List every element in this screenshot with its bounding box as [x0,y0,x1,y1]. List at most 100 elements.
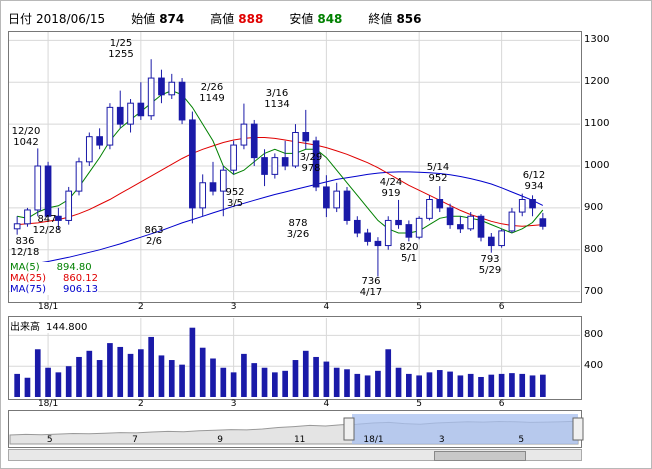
candle-body [436,199,444,209]
price-annotation: 820 5/1 [399,242,419,264]
candle-body [529,199,536,209]
price-annotation: 3/16 1134 [264,88,290,110]
price-annotation: 952 3/5 [225,187,245,209]
candle-body [147,77,155,117]
volume-bar [498,373,505,397]
navigator-right-handle [572,417,584,441]
candle-body [34,165,42,211]
candle-body [426,199,433,219]
candle-body [127,102,134,125]
candle-body [240,123,248,146]
candle-body [85,136,93,163]
navigator-month-label: 5 [47,435,53,445]
candle-body [158,77,165,96]
volume-bar [189,327,196,397]
volume-bar [261,367,268,397]
price-tick-label: 800 [584,243,604,255]
price-annotation: 836 12/18 [10,236,40,258]
volume-bar [117,346,124,397]
candle-body [457,224,464,230]
price-annotation: 1/25 1255 [108,38,134,60]
volume-bar [96,360,103,397]
navigator-selection [352,414,578,444]
volume-bar [199,347,206,397]
volume-bar [364,375,371,397]
legend-ma75-value: 906.13 [63,284,98,295]
legend-ma25-label: MA(25) [10,273,46,284]
ma75-line [17,171,544,267]
volume-bar [210,358,216,397]
candle-body [333,190,341,209]
month-label: 18/1 [37,302,59,312]
volume-month-label: 2 [137,399,144,409]
legend-ma5: MA(5) 894.80 [10,262,98,273]
candle-body [323,186,330,209]
candle-body [384,219,392,247]
candle-body [261,157,268,175]
candle-body [364,232,371,242]
price-annotation: 6/12 934 [522,170,546,192]
candle-body [199,182,207,209]
volume-month-label: 5 [416,399,423,409]
month-label: 6 [498,302,505,312]
scrollbar-thumb[interactable] [434,451,526,461]
volume-bar [333,367,340,397]
legend-ma75: MA(75) 906.13 [10,284,98,295]
volume-bar [45,367,51,397]
candle-body [178,81,186,121]
navigator-month-label: 5 [518,435,524,445]
volume-legend: 出来高 144.800 [10,318,88,333]
candle-body [302,132,310,142]
volume-bar [148,336,154,397]
volume-bar [14,373,20,397]
month-label: 5 [416,302,423,312]
volume-bar [344,369,350,397]
volume-legend-label: 出来高 [10,322,40,333]
volume-bar [76,356,82,397]
month-label: 2 [137,302,144,312]
price-annotation: 878 3/26 [286,218,310,240]
volume-bar [251,363,258,397]
horizontal-scrollbar[interactable] [8,449,582,461]
month-label: 4 [323,302,330,312]
price-tick-label: 1100 [584,118,610,130]
candle-body [353,219,361,234]
candle-body [106,106,114,146]
candle-body [405,224,413,238]
volume-tick-label: 400 [584,360,604,372]
volume-bar [34,349,41,397]
volume-month-label: 18/1 [37,399,59,409]
candle-body [137,102,145,117]
price-annotation: 12/20 1042 [11,126,41,148]
price-annotation: 5/14 952 [426,162,450,184]
volume-bar [158,355,165,397]
volume-bar [447,371,453,397]
candle-body [24,209,31,225]
volume-bar [436,370,443,397]
candle-body [116,106,124,125]
volume-bar [488,374,495,397]
volume-bar [230,372,237,397]
volume-month-label: 3 [230,399,237,409]
volume-bar [385,349,392,397]
volume-bar [395,367,402,397]
candle-body [189,119,196,209]
volume-month-label: 6 [498,399,505,409]
candle-body [96,136,103,146]
candle-body [13,223,21,230]
candle-body [281,157,289,167]
volume-bar [241,353,247,397]
volume-bar [457,375,464,397]
price-annotation: 4/24 919 [379,177,403,199]
volume-bar [179,364,185,397]
volume-legend-value: 144.800 [46,322,88,333]
legend-ma25-value: 860.12 [63,273,98,284]
price-tick-label: 1200 [584,76,610,88]
month-label: 3 [230,302,237,312]
price-tick-label: 1000 [584,160,610,171]
volume-bar [375,370,381,397]
candle-body [65,190,73,221]
volume-bar [406,373,412,397]
volume-bar [168,360,175,397]
candle-body [467,215,475,230]
